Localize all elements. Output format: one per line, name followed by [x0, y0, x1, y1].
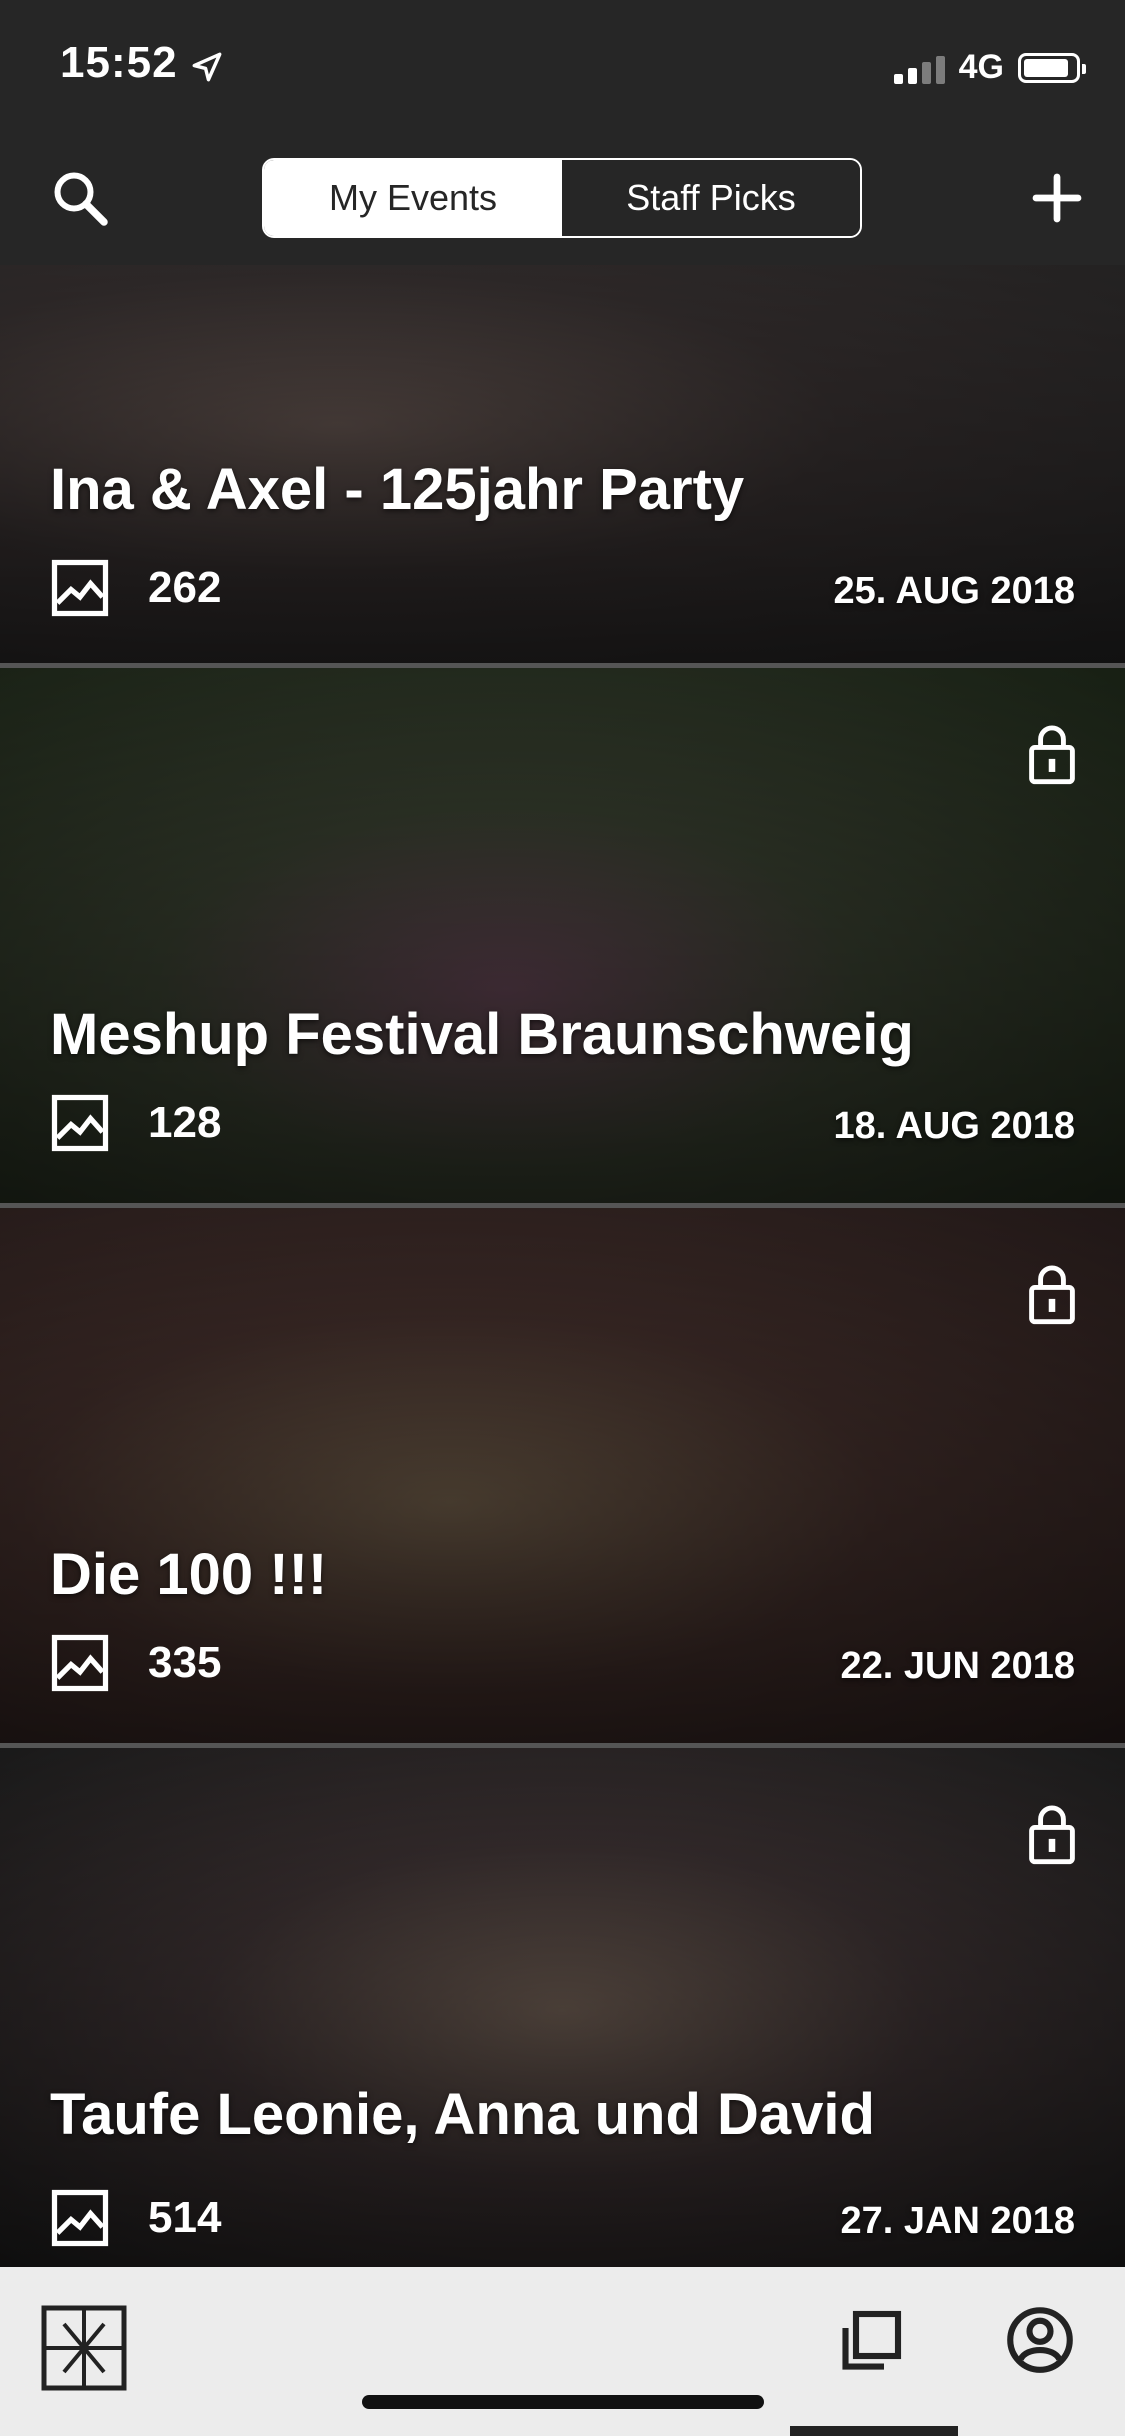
lock-icon: [1029, 1805, 1075, 1865]
event-card[interactable]: Ina & Axel - 125jahr Party 262 25. AUG 2…: [0, 265, 1125, 668]
nav-bar: My Events Staff Picks: [0, 140, 1125, 265]
status-time: 15:52: [60, 38, 178, 87]
photo-count-value: 262: [148, 563, 222, 612]
event-title: Ina & Axel - 125jahr Party: [50, 457, 745, 522]
status-indicators: 4G: [893, 48, 1086, 87]
gallery-icon[interactable]: [835, 2307, 905, 2377]
segmented-control: My Events Staff Picks: [262, 158, 862, 238]
event-card[interactable]: Taufe Leonie, Anna und David 514 27. JAN…: [0, 1748, 1125, 2273]
photo-count: 128: [50, 1093, 221, 1153]
lock-icon: [1029, 725, 1075, 785]
profile-icon[interactable]: [1005, 2305, 1075, 2375]
tab-bar: [0, 2267, 1125, 2436]
event-list: Ina & Axel - 125jahr Party 262 25. AUG 2…: [0, 265, 1125, 2273]
status-bar: 15:52 4G: [0, 0, 1125, 140]
photo-icon: [51, 1094, 109, 1152]
plus-icon[interactable]: [1027, 168, 1087, 228]
event-title: Taufe Leonie, Anna und David: [50, 2082, 875, 2147]
event-date: 22. JUN 2018: [840, 1645, 1076, 1687]
photo-count: 262: [50, 558, 221, 618]
event-card[interactable]: Meshup Festival Braunschweig 128 18. AUG…: [0, 668, 1125, 1208]
photo-count-value: 128: [148, 1098, 222, 1147]
event-title: Meshup Festival Braunschweig: [50, 1002, 914, 1067]
photo-count-value: 514: [148, 2193, 222, 2242]
signal-icon: [893, 52, 945, 84]
photo-count-value: 335: [148, 1638, 222, 1687]
photo-count: 335: [50, 1633, 221, 1693]
battery-icon: [1018, 52, 1086, 83]
lock-icon: [1029, 1265, 1075, 1325]
event-date: 25. AUG 2018: [833, 570, 1075, 612]
network-type: 4G: [958, 48, 1004, 86]
tab-staff-picks[interactable]: Staff Picks: [562, 160, 860, 236]
photo-icon: [51, 1634, 109, 1692]
tab-active-indicator: [790, 2426, 958, 2436]
photo-icon: [51, 2189, 109, 2247]
tab-my-events[interactable]: My Events: [264, 160, 562, 236]
home-indicator: [362, 2395, 764, 2409]
event-date: 18. AUG 2018: [833, 1105, 1075, 1147]
search-icon[interactable]: [50, 168, 110, 228]
event-card[interactable]: Die 100 !!! 335 22. JUN 2018: [0, 1208, 1125, 1748]
photo-count: 514: [50, 2188, 221, 2248]
photo-icon: [51, 559, 109, 617]
event-title: Die 100 !!!: [50, 1542, 328, 1607]
logo-icon[interactable]: [40, 2304, 128, 2392]
event-date: 27. JAN 2018: [840, 2200, 1076, 2242]
location-arrow-icon: [192, 52, 222, 82]
